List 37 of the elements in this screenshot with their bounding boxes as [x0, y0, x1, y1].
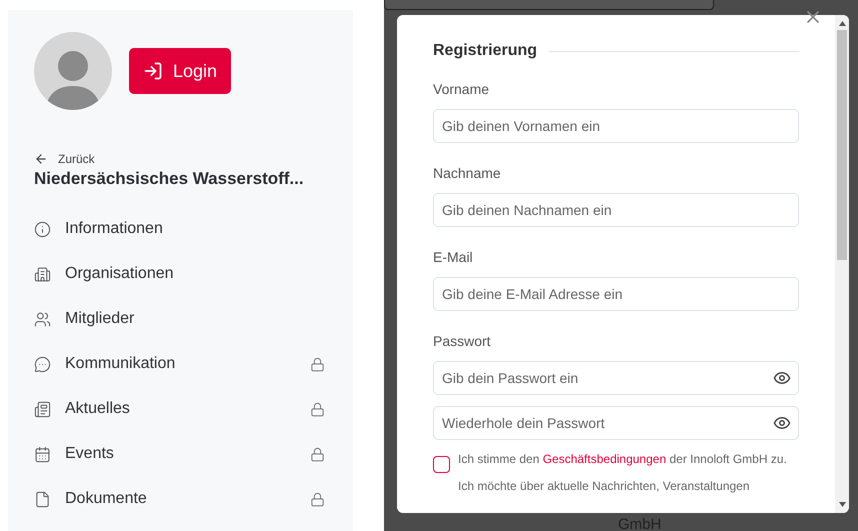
field-label: Passwort — [433, 332, 492, 351]
terms-link[interactable]: Geschäftsbedingungen — [542, 452, 666, 466]
eye-icon[interactable] — [773, 369, 791, 387]
chat-icon — [34, 356, 51, 373]
nav-item[interactable]: Events — [34, 442, 310, 466]
newspaper-icon — [34, 400, 51, 418]
login-button[interactable]: Login — [129, 48, 232, 94]
login-icon — [143, 61, 163, 81]
building-icon — [34, 266, 51, 283]
nav-item[interactable]: Mitglieder — [34, 307, 327, 332]
password-field[interactable]: Gib dein Passwort ein — [433, 361, 799, 395]
newsletter-text: Ich möchte über aktuelle Nachrichten, Veranstaltungen — [458, 478, 751, 495]
nav-item[interactable]: Informationen — [34, 217, 327, 242]
group-title: Niedersächsisches Wasserstoff... — [34, 168, 305, 190]
field-label: E-Mail — [433, 248, 474, 267]
nav-item[interactable]: Kommunikation — [34, 352, 310, 376]
input-field[interactable]: Gib deine E-Mail Adresse ein — [433, 277, 799, 311]
scroll-down-icon — [838, 502, 846, 507]
nav-item[interactable]: Aktuelles — [34, 397, 310, 422]
calendar-icon — [34, 446, 51, 463]
nav-item[interactable]: Dokumente — [34, 487, 310, 512]
terms-checkbox[interactable] — [433, 456, 450, 473]
field-label: Vorname — [433, 80, 490, 99]
info-icon — [34, 220, 51, 238]
dialog-title: Registrierung — [433, 41, 538, 61]
input-field[interactable]: Gib deinen Vornamen ein — [433, 109, 799, 143]
field-label: Nachname — [433, 164, 502, 183]
input-field[interactable]: Gib deinen Nachnamen ein — [433, 193, 799, 227]
eye-icon[interactable] — [773, 414, 791, 432]
scroll-up-icon — [838, 21, 846, 26]
nav-item[interactable]: Organisationen — [34, 262, 327, 286]
document-icon — [34, 490, 51, 508]
back-link[interactable]: Zurück — [34, 150, 327, 168]
people-icon — [34, 310, 51, 328]
scrollbar-thumb[interactable] — [837, 30, 847, 260]
password-field[interactable]: Wiederhole dein Passwort — [433, 406, 799, 440]
terms-text: Ich stimme den Geschäftsbedingungen der Innoloft GmbH zu. — [458, 451, 787, 468]
